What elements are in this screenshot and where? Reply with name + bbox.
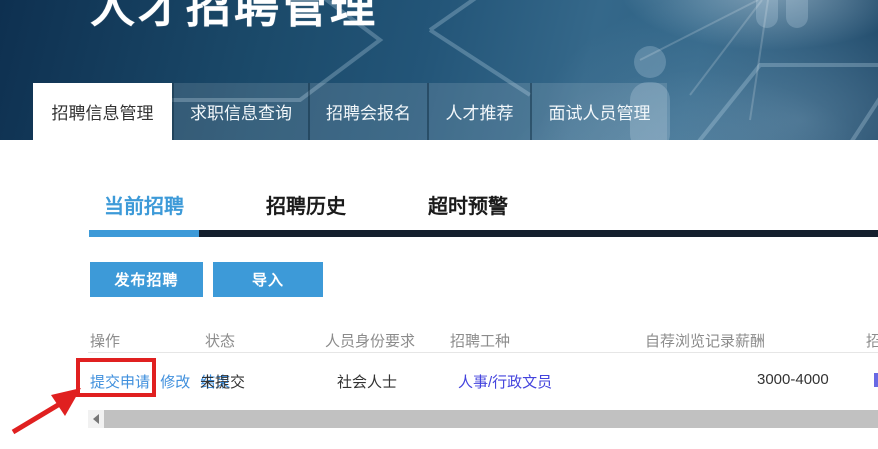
salary-value: 3000-4000 (757, 371, 829, 388)
column-header-self-recommend-views: 自荐浏览记录 (645, 330, 735, 351)
tab-job-fair-signup[interactable]: 招聘会报名 (308, 83, 427, 140)
column-header-salary: 薪酬 (735, 330, 765, 351)
truncated-link-fragment (874, 373, 878, 387)
scrollbar-thumb[interactable] (104, 410, 878, 428)
tab-jobseeker-info-query[interactable]: 求职信息查询 (172, 83, 308, 140)
column-header-status: 状态 (205, 330, 235, 351)
table-header-divider (88, 352, 878, 353)
scroll-left-arrow-icon (93, 414, 99, 424)
subtab-underline-active (89, 230, 199, 237)
tab-interviewee-management[interactable]: 面试人员管理 (530, 83, 667, 140)
subtab-recruitment-history[interactable]: 招聘历史 (251, 190, 361, 219)
page-title: 人才招聘管理 (90, 0, 378, 29)
sub-tabbar: 当前招聘 招聘历史 超时预警 (89, 190, 575, 219)
job-type-link[interactable]: 人事/行政文员 (458, 371, 552, 392)
recruitment-management-page: 人才招聘管理 招聘信息管理 求职信息查询 招聘会报名 人才推荐 面试人员管理 当… (0, 0, 878, 449)
page-header-banner: 人才招聘管理 招聘信息管理 求职信息查询 招聘会报名 人才推荐 面试人员管理 (0, 0, 878, 140)
status-value: 未提交 (200, 371, 245, 392)
main-tabbar: 招聘信息管理 求职信息查询 招聘会报名 人才推荐 面试人员管理 (33, 83, 667, 140)
import-button[interactable]: 导入 (213, 262, 323, 297)
annotation-arrow-icon (5, 378, 95, 440)
horizontal-scrollbar[interactable] (88, 410, 878, 428)
tab-talent-recommendation[interactable]: 人才推荐 (427, 83, 530, 140)
subtab-underline-track (89, 230, 878, 237)
column-header-truncated: 招 (866, 330, 878, 351)
column-header-operation: 操作 (90, 330, 120, 351)
scroll-left-button[interactable] (88, 410, 104, 428)
modify-link[interactable]: 修改 (160, 374, 190, 391)
tab-recruit-info-management[interactable]: 招聘信息管理 (33, 83, 172, 140)
subtab-current-recruitment[interactable]: 当前招聘 (89, 190, 199, 219)
identity-requirement-value: 社会人士 (337, 371, 397, 392)
submit-application-link[interactable]: 提交申请 (90, 374, 150, 391)
publish-recruitment-button[interactable]: 发布招聘 (90, 262, 203, 297)
column-header-job-type: 招聘工种 (450, 330, 510, 351)
column-header-identity-requirement: 人员身份要求 (325, 330, 415, 351)
subtab-timeout-warning[interactable]: 超时预警 (413, 190, 523, 219)
